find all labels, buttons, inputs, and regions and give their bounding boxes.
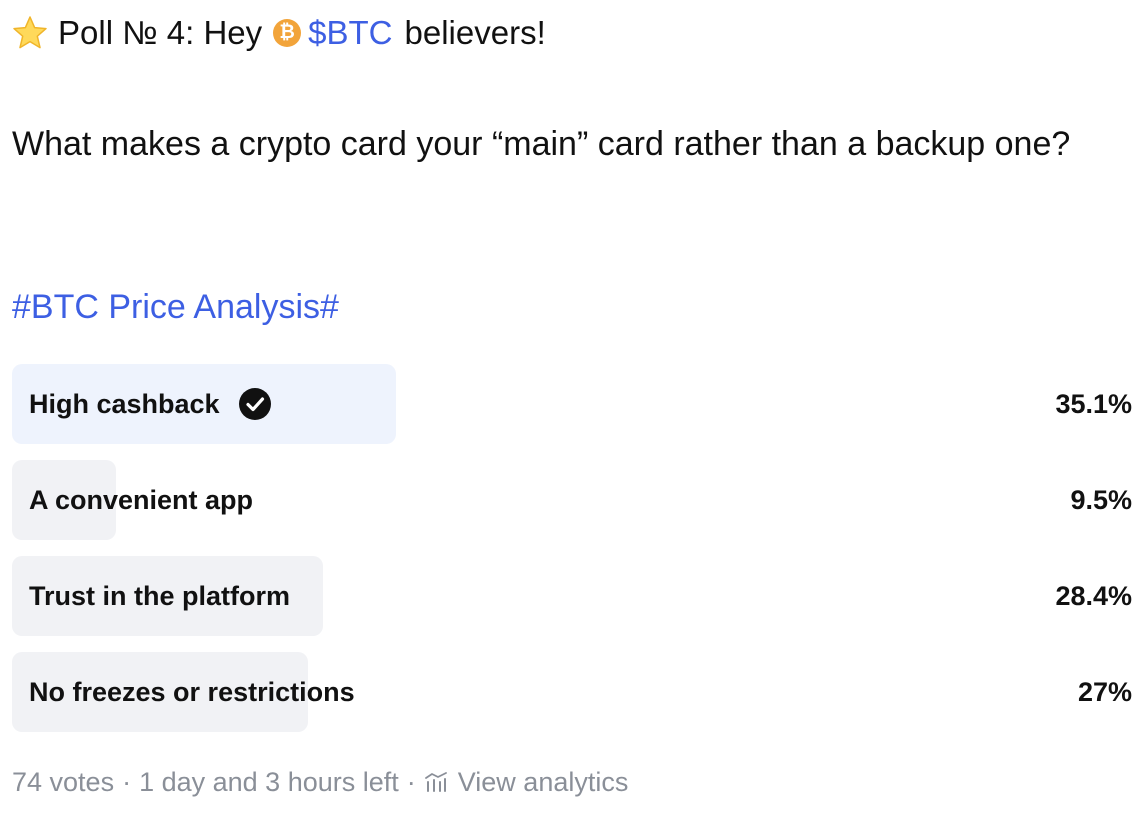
- option-percent: 28.4%: [1055, 580, 1132, 611]
- option-label: No freezes or restrictions: [29, 676, 355, 707]
- option-label-wrap: High cashback: [29, 364, 272, 444]
- meta-separator: ·: [406, 766, 416, 797]
- poll-option[interactable]: Trust in the platform 28.4%: [12, 556, 1132, 636]
- option-label: Trust in the platform: [29, 580, 291, 611]
- vote-count: 74 votes: [12, 766, 115, 797]
- ticker-link[interactable]: $BTC: [308, 14, 392, 52]
- hashtag-link[interactable]: #BTC Price Analysis#: [12, 288, 339, 327]
- view-analytics-label: View analytics: [457, 766, 629, 797]
- view-analytics-link[interactable]: View analytics: [424, 766, 629, 798]
- option-label: A convenient app: [29, 484, 254, 515]
- time-left: 1 day and 3 hours left: [139, 766, 399, 797]
- analytics-icon: [424, 772, 447, 792]
- star-icon: [13, 16, 47, 49]
- option-label-wrap: A convenient app: [29, 460, 253, 540]
- poll-option[interactable]: High cashback 35.1%: [12, 364, 1132, 444]
- poll-meta: 74 votes · 1 day and 3 hours left · View…: [12, 764, 628, 800]
- check-circle-icon: [238, 388, 271, 420]
- post-headline: Poll № 4: Hey ₿ $BTC believers!: [12, 10, 546, 56]
- poll-options: High cashback 35.1% A convenient app 9.5…: [12, 364, 1132, 748]
- headline-prefix: Poll № 4: Hey: [58, 14, 263, 51]
- option-label: High cashback: [29, 388, 220, 419]
- option-label-wrap: No freezes or restrictions: [29, 652, 355, 732]
- poll-option[interactable]: A convenient app 9.5%: [12, 460, 1132, 540]
- option-percent: 9.5%: [1070, 484, 1132, 515]
- option-label-wrap: Trust in the platform: [29, 556, 290, 636]
- poll-question: What makes a crypto card your “main” car…: [12, 125, 1071, 163]
- option-percent: 35.1%: [1055, 388, 1132, 419]
- poll-option[interactable]: No freezes or restrictions 27%: [12, 652, 1132, 732]
- bitcoin-coin-icon: ₿: [273, 19, 302, 47]
- headline-suffix: believers!: [404, 14, 546, 51]
- meta-separator: ·: [122, 766, 132, 797]
- option-percent: 27%: [1077, 676, 1132, 707]
